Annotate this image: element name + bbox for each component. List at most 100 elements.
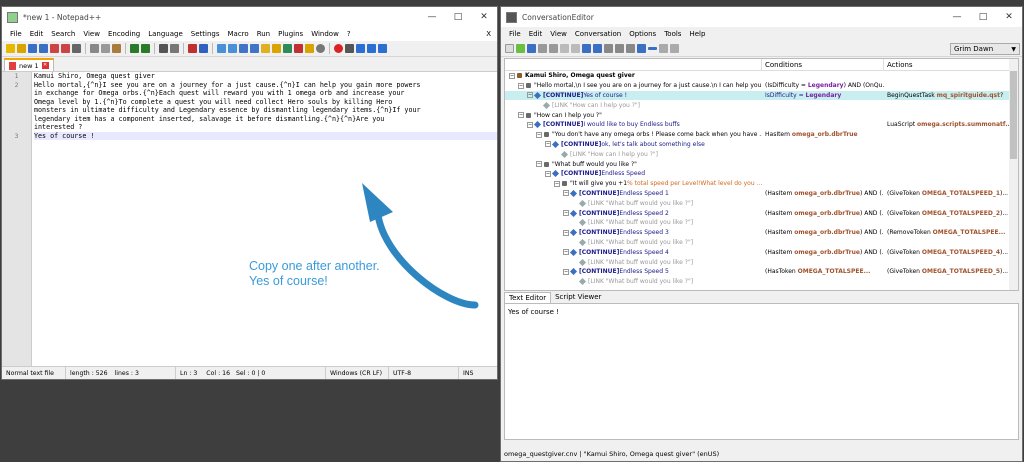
minimize-button[interactable]: — bbox=[419, 7, 445, 27]
menu-plugins[interactable]: Plugins bbox=[274, 30, 307, 38]
expand-toggle-icon[interactable]: − bbox=[545, 170, 551, 177]
expand-toggle-icon[interactable]: − bbox=[527, 121, 533, 128]
open-file-icon[interactable] bbox=[17, 44, 26, 53]
tree-row[interactable]: − "What buff would you like ?" bbox=[505, 159, 1018, 169]
tree-row[interactable]: [LINK "What buff would you like ?"] bbox=[505, 198, 1018, 208]
ce-titlebar[interactable]: ConversationEditor — □ ✕ bbox=[501, 7, 1022, 27]
undo-icon[interactable] bbox=[560, 44, 569, 53]
tab-script-viewer[interactable]: Script Viewer bbox=[551, 292, 605, 303]
link-node-icon[interactable] bbox=[572, 239, 578, 245]
add-link-icon[interactable] bbox=[604, 44, 613, 53]
find-icon[interactable] bbox=[159, 44, 168, 53]
code-line[interactable]: legendary item has a component inserted,… bbox=[34, 115, 497, 124]
menu-encoding[interactable]: Encoding bbox=[104, 30, 144, 38]
link-node-icon[interactable] bbox=[572, 220, 578, 226]
save-all-icon[interactable] bbox=[39, 44, 48, 53]
tree-row[interactable]: − [CONTINUE] Yes of course ! IsDifficulty … bbox=[505, 90, 1018, 101]
expand-toggle-icon[interactable]: − bbox=[509, 72, 515, 79]
menu-edit[interactable]: Edit bbox=[26, 30, 48, 38]
stop-record-icon[interactable] bbox=[345, 44, 354, 53]
column-name-header[interactable] bbox=[505, 59, 762, 70]
tree-row[interactable]: − [CONTINUE] Endless Speed 3 (HasItem omeg… bbox=[505, 228, 1018, 238]
text-editor-content[interactable]: Yes of course ! bbox=[508, 308, 559, 316]
expand-toggle-icon[interactable]: − bbox=[563, 268, 569, 275]
menu-window[interactable]: Window bbox=[307, 30, 343, 38]
tree-row[interactable]: − "Hello mortal,\n I see you are on a jou… bbox=[505, 81, 1018, 91]
tree-row[interactable]: [LINK "How can I help you ?"] bbox=[505, 149, 1018, 159]
new-file-icon[interactable] bbox=[6, 44, 15, 53]
menu-search[interactable]: Search bbox=[47, 30, 79, 38]
tree-row[interactable]: [LINK "What buff would you like ?"] bbox=[505, 218, 1018, 228]
link-node-icon[interactable] bbox=[572, 259, 578, 265]
tab-text-editor[interactable]: Text Editor bbox=[504, 292, 552, 303]
save-icon[interactable] bbox=[527, 44, 536, 53]
ce-maximize-button[interactable]: □ bbox=[970, 7, 996, 27]
expand-toggle-icon[interactable]: − bbox=[563, 229, 569, 236]
add-continue-icon[interactable] bbox=[615, 44, 624, 53]
zoom-out-icon[interactable] bbox=[199, 44, 208, 53]
tree-row[interactable]: − "You don't have any omega orbs ! Please… bbox=[505, 130, 1018, 140]
word-wrap-icon[interactable] bbox=[239, 44, 248, 53]
ce-menu-file[interactable]: File bbox=[505, 30, 525, 38]
expand-toggle-icon[interactable]: − bbox=[563, 249, 569, 256]
link-node-icon[interactable] bbox=[536, 102, 542, 108]
zoom-in-icon[interactable] bbox=[188, 44, 197, 53]
code-line[interactable]: Yes of course ! bbox=[34, 131, 497, 140]
close-file-icon[interactable] bbox=[50, 44, 59, 53]
text-content[interactable]: Kamui Shiro, Omega quest giver Hello mort… bbox=[32, 72, 497, 366]
playback-icon[interactable] bbox=[356, 44, 365, 53]
ce-menu-help[interactable]: Help bbox=[685, 30, 709, 38]
code-line[interactable]: Kamui Shiro, Omega quest giver bbox=[34, 72, 497, 81]
link-node-icon[interactable] bbox=[572, 200, 578, 206]
show-all-chars-icon[interactable] bbox=[250, 44, 259, 53]
print-icon[interactable] bbox=[72, 44, 81, 53]
code-line[interactable]: in exchange for Omega orbs.{^n}Each ques… bbox=[34, 89, 497, 98]
remove-icon[interactable] bbox=[648, 47, 657, 50]
copy-icon[interactable] bbox=[101, 44, 110, 53]
tree-row[interactable]: [LINK "How can I help you ?"] bbox=[505, 100, 1018, 110]
tree-row[interactable]: [LINK "What buff would you like ?"] bbox=[505, 277, 1018, 287]
record-macro-icon[interactable] bbox=[334, 44, 343, 53]
tree-row[interactable]: − [CONTINUE] Endless Speed 2 (HasItem omeg… bbox=[505, 208, 1018, 218]
ce-minimize-button[interactable]: — bbox=[944, 7, 970, 27]
expand-toggle-icon[interactable]: − bbox=[527, 92, 533, 99]
move-up-icon[interactable] bbox=[659, 44, 668, 53]
menu-help[interactable]: ? bbox=[343, 30, 355, 38]
run-multiple-icon[interactable] bbox=[367, 44, 376, 53]
tree-row[interactable]: − [CONTINUE] Endless Speed 5 (HasToken OME… bbox=[505, 267, 1018, 277]
text-editor-panel[interactable]: Yes of course ! bbox=[504, 303, 1019, 440]
menu-file[interactable]: File bbox=[6, 30, 26, 38]
function-list-icon[interactable] bbox=[294, 44, 303, 53]
maximize-button[interactable]: □ bbox=[445, 7, 471, 27]
sync-h-icon[interactable] bbox=[228, 44, 237, 53]
paste-icon[interactable] bbox=[549, 44, 558, 53]
expand-toggle-icon[interactable]: − bbox=[536, 161, 542, 168]
tree-row[interactable]: − [CONTINUE] I would like to buy Endless … bbox=[505, 120, 1018, 130]
link-node-icon[interactable] bbox=[554, 151, 560, 157]
tree-row[interactable]: − [CONTINUE] Endless Speed 1 (HasItem omeg… bbox=[505, 189, 1018, 199]
expand-toggle-icon[interactable]: − bbox=[563, 210, 569, 217]
tree-row[interactable]: [LINK "What buff would you like ?"] bbox=[505, 238, 1018, 248]
menu-language[interactable]: Language bbox=[144, 30, 187, 38]
add-child-icon[interactable] bbox=[593, 44, 602, 53]
tree-row[interactable]: [LINK "What buff would you like ?"] bbox=[505, 257, 1018, 267]
move-down-icon[interactable] bbox=[670, 44, 679, 53]
code-line[interactable]: monsters in ultimate difficulty and Lege… bbox=[34, 106, 497, 115]
open-icon[interactable] bbox=[516, 44, 525, 53]
tree-row[interactable]: − [CONTINUE] Endless Speed 4 (HasItem omeg… bbox=[505, 247, 1018, 257]
ce-menu-edit[interactable]: Edit bbox=[525, 30, 547, 38]
paste-icon[interactable] bbox=[112, 44, 121, 53]
tree-row[interactable]: − Kamui Shiro, Omega quest giver bbox=[505, 71, 1018, 81]
tab-new-1[interactable]: new 1 ✕ bbox=[4, 58, 54, 71]
save-macro-icon[interactable] bbox=[378, 44, 387, 53]
redo-icon[interactable] bbox=[141, 44, 150, 53]
cut-icon[interactable] bbox=[90, 44, 99, 53]
ce-menu-tools[interactable]: Tools bbox=[660, 30, 685, 38]
new-conversation-icon[interactable] bbox=[505, 44, 514, 53]
lang-icon[interactable] bbox=[272, 44, 281, 53]
expand-toggle-icon[interactable]: − bbox=[554, 180, 560, 187]
copy-icon[interactable] bbox=[538, 44, 547, 53]
tree-row[interactable]: − [CONTINUE] Endless Speed bbox=[505, 169, 1018, 179]
doc-map-icon[interactable] bbox=[283, 44, 292, 53]
save-icon[interactable] bbox=[28, 44, 37, 53]
